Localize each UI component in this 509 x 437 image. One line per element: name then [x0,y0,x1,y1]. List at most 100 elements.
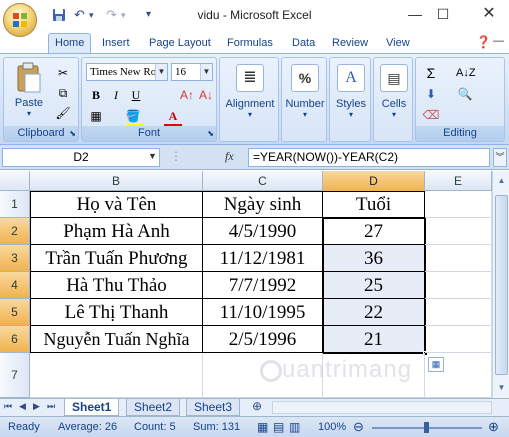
scroll-up-icon[interactable]: ▲ [495,174,508,188]
next-sheet-icon[interactable]: ▶ [33,401,40,412]
zoom-in-icon[interactable]: ⊕ [488,419,499,435]
table-cell[interactable]: 36 [323,245,425,272]
row-header-1[interactable]: 1 [0,191,30,218]
tab-home[interactable]: Home [48,33,92,53]
workbook-minimize-icon[interactable]: — [493,35,504,47]
help-icon[interactable]: ❓ [476,35,491,49]
zoom-slider-thumb[interactable] [424,422,429,433]
tab-data[interactable]: Data [292,35,315,53]
paste-button[interactable]: Paste ▾ [8,62,50,118]
fill-color-icon[interactable]: 🪣 [124,107,142,125]
row-header-7[interactable]: 7 [0,353,30,398]
row-header-3[interactable]: 3 [0,245,30,272]
row-header-5[interactable]: 5 [0,299,30,326]
table-cell[interactable]: 11/10/1995 [203,299,323,326]
number-button[interactable]: % Number ▾ [282,64,328,124]
increase-font-icon[interactable]: A↑ [178,86,196,104]
page-break-view-icon[interactable]: ▥ [289,420,300,434]
name-box[interactable]: D2 [2,148,160,167]
clear-icon[interactable]: ⌫ [422,106,440,124]
copy-icon[interactable]: ⧉ [54,84,72,102]
column-header-e[interactable]: E [425,171,492,191]
table-header-age[interactable]: Tuổi [323,192,425,218]
tab-page-layout[interactable]: Page Layout [149,35,211,53]
tab-view[interactable]: View [386,35,410,53]
expand-formula-icon[interactable]: ︾ [493,148,507,167]
formula-input[interactable]: =YEAR(NOW())-YEAR(C2) [248,148,490,167]
table-cell[interactable]: 2/5/1996 [203,326,323,353]
row-header-4[interactable]: 4 [0,272,30,299]
close-icon[interactable]: ✕ [478,4,500,24]
table-cell[interactable]: Lê Thị Thanh [31,299,203,326]
name-box-dropdown-icon[interactable]: ▼ [148,151,157,161]
worksheet[interactable]: B C D E 1 2 3 4 5 6 7 Họ và Tên Ngày sin… [0,171,509,398]
table-cell[interactable]: Phạm Hà Anh [31,218,203,245]
active-cell-d2[interactable]: 27 [323,218,425,245]
page-layout-view-icon[interactable]: ▤ [273,420,284,434]
column-header-b[interactable]: B [30,171,203,191]
fill-icon[interactable]: ⬇ [422,85,440,103]
horizontal-scrollbar[interactable] [272,401,492,414]
insert-function-button[interactable]: fx [225,149,234,164]
maximize-icon[interactable]: ☐ [432,4,454,24]
select-all-corner[interactable] [0,171,30,191]
borders-icon[interactable]: ▦ [87,107,105,125]
grid-cell[interactable] [425,299,492,326]
table-cell[interactable]: 21 [323,326,425,353]
underline-button[interactable]: U [127,86,145,104]
vertical-scrollbar[interactable]: ▲ ▼ [492,171,509,398]
prev-sheet-icon[interactable]: ◀ [19,401,26,412]
sheet-tab-3[interactable]: Sheet3 [186,399,241,416]
cells-button[interactable]: ▤ Cells ▾ [374,64,414,124]
grid-cell[interactable] [425,218,492,245]
find-select-icon[interactable]: 🔍 [456,85,474,103]
font-color-button[interactable]: A [164,107,182,125]
sheet-tab-1[interactable]: Sheet1 [64,399,120,416]
table-header-name[interactable]: Họ và Tên [31,192,203,218]
row-header-6[interactable]: 6 [0,326,30,353]
sort-filter-icon[interactable]: A↓Z [456,64,476,82]
table-cell[interactable]: Hà Thu Thảo [31,272,203,299]
bold-button[interactable]: B [87,86,105,104]
scroll-thumb[interactable] [495,195,508,375]
cut-icon[interactable]: ✂ [54,64,72,82]
table-header-birthdate[interactable]: Ngày sinh [203,192,323,218]
grid-cell[interactable] [425,191,492,218]
table-cell[interactable]: 25 [323,272,425,299]
format-painter-icon[interactable]: 🖌 [54,104,72,122]
styles-button[interactable]: A Styles ▾ [330,64,372,124]
first-sheet-icon[interactable]: ⏮ [4,401,12,412]
table-cell[interactable]: 4/5/1990 [203,218,323,245]
font-size-combo[interactable]: 16 ▼ [171,63,213,81]
zoom-out-icon[interactable]: ⊖ [353,419,364,435]
grid-cell[interactable] [425,326,492,353]
grid-cell[interactable] [425,272,492,299]
last-sheet-icon[interactable]: ⏭ [47,401,55,412]
auto-fill-options-icon[interactable]: ▦ [428,357,444,372]
row-header-2[interactable]: 2 [0,218,30,245]
column-header-c[interactable]: C [203,171,323,191]
insert-sheet-icon[interactable]: ⊕ [252,399,262,413]
formula-bar-handle-icon[interactable]: ⋮ [170,149,182,163]
table-cell[interactable]: 22 [323,299,425,326]
zoom-level[interactable]: 100% [318,421,346,433]
minimize-icon[interactable]: — [404,4,426,24]
office-button[interactable] [3,3,37,37]
autosum-icon[interactable]: Σ [422,64,440,82]
table-cell[interactable]: Trần Tuấn Phương [31,245,203,272]
normal-view-icon[interactable]: ▦ [257,420,268,434]
table-cell[interactable]: 11/12/1981 [203,245,323,272]
sheet-tab-2[interactable]: Sheet2 [126,399,181,416]
tab-review[interactable]: Review [332,35,368,53]
scroll-down-icon[interactable]: ▼ [495,381,508,395]
table-cell[interactable]: Nguyễn Tuấn Nghĩa [31,326,203,353]
alignment-button[interactable]: ≣ Alignment ▾ [222,64,278,124]
grid-cell[interactable] [30,353,203,398]
column-header-d[interactable]: D [323,171,425,191]
decrease-font-icon[interactable]: A↓ [197,86,215,104]
tab-formulas[interactable]: Formulas [227,35,273,53]
font-name-combo[interactable]: Times New Ro ▼ [86,63,168,81]
italic-button[interactable]: I [107,86,125,104]
grid-cell[interactable] [425,245,492,272]
table-cell[interactable]: 7/7/1992 [203,272,323,299]
